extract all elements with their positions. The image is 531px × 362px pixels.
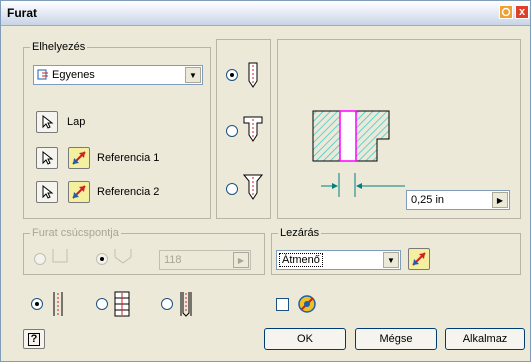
apply-label: Alkalmaz	[462, 333, 508, 345]
clearance-hole-icon	[114, 291, 130, 317]
radio-countersink[interactable]	[226, 183, 238, 195]
termination-value: Átmenő	[279, 253, 323, 267]
ok-label: OK	[297, 333, 313, 345]
threaded-hole-icon	[180, 292, 192, 317]
close-button[interactable]: x	[515, 5, 529, 19]
flat-tip-icon	[52, 249, 68, 263]
chevron-down-icon[interactable]: ▼	[185, 67, 201, 83]
radio-simple-hole[interactable]	[31, 298, 43, 310]
hole-section-preview	[312, 110, 390, 162]
drilled-hole-icon	[248, 62, 258, 88]
extend-start-icon	[298, 295, 316, 313]
help-button[interactable]: ?	[23, 329, 45, 349]
ref1-flip-button[interactable]	[68, 147, 90, 169]
simple-hole-icon	[53, 292, 63, 316]
flip-direction-icon	[72, 151, 86, 165]
flip-direction-icon	[72, 185, 86, 199]
diameter-select[interactable]: 0,25 in ▶	[406, 190, 510, 210]
placement-mode-select[interactable]: Egyenes ▼	[33, 65, 203, 85]
cursor-arrow-icon	[42, 185, 54, 199]
radio-clearance-hole[interactable]	[96, 298, 108, 310]
radio-threaded-hole[interactable]	[161, 298, 173, 310]
counterbore-hole-icon	[243, 116, 263, 142]
apply-button[interactable]: Alkalmaz	[445, 328, 525, 350]
ref2-flip-button[interactable]	[68, 181, 90, 203]
face-select-button[interactable]	[36, 111, 58, 133]
face-label: Lap	[67, 116, 86, 128]
tip-angle-field[interactable]: 118 ▶	[159, 250, 251, 270]
ref1-label: Referencia 1	[97, 152, 160, 164]
chevron-down-icon[interactable]: ▼	[383, 252, 399, 268]
radio-tip-flat[interactable]	[34, 253, 46, 265]
title-bar: Furat x	[1, 1, 530, 26]
cursor-arrow-icon	[42, 115, 54, 129]
cancel-label: Mégse	[379, 333, 413, 345]
placement-icon	[37, 69, 49, 81]
diameter-dimension-icon	[321, 173, 405, 197]
tip-angle-value: 118	[164, 254, 182, 266]
cursor-arrow-icon	[42, 151, 54, 165]
help-icon: ?	[27, 332, 41, 346]
termination-select[interactable]: Átmenő ▼	[276, 250, 401, 270]
ref2-select-button[interactable]	[36, 181, 58, 203]
ok-button[interactable]: OK	[264, 328, 346, 350]
placement-mode-value: Egyenes	[52, 69, 95, 81]
angle-tip-icon	[114, 249, 132, 264]
placement-legend: Elhelyezés	[30, 41, 88, 53]
close-icon: x	[518, 6, 526, 18]
countersink-hole-icon	[243, 174, 263, 200]
chevron-right-icon[interactable]: ▶	[233, 252, 249, 268]
cancel-button[interactable]: Mégse	[355, 328, 437, 350]
tip-legend: Furat csúcspontja	[30, 227, 121, 239]
radio-tip-angle[interactable]	[96, 253, 108, 265]
ref1-select-button[interactable]	[36, 147, 58, 169]
chevron-right-icon[interactable]: ▶	[492, 192, 508, 208]
window-title: Furat	[7, 6, 37, 20]
ref2-label: Referencia 2	[97, 186, 160, 198]
radio-drilled[interactable]	[226, 69, 238, 81]
extend-start-checkbox[interactable]	[276, 298, 289, 311]
flip-direction-icon	[412, 252, 426, 266]
termination-flip-button[interactable]	[408, 248, 430, 270]
hole-dialog: Furat x Elhelyezés Egyenes ▼ Lap Referen…	[0, 0, 531, 362]
radio-counterbore[interactable]	[226, 125, 238, 137]
termination-legend: Lezárás	[278, 227, 322, 239]
help-icon[interactable]	[499, 5, 513, 19]
diameter-value: 0,25 in	[411, 194, 445, 206]
